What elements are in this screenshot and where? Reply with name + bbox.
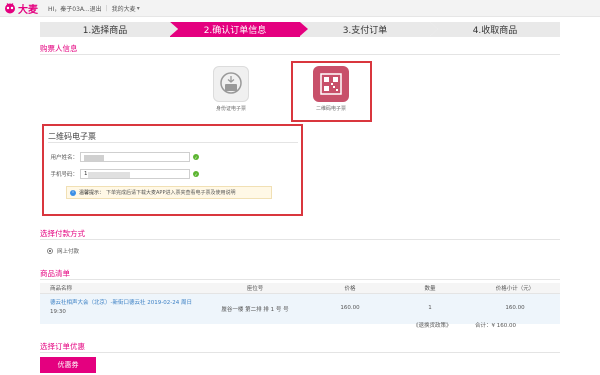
- qr-ticket-label: 二维码电子票: [315, 106, 346, 112]
- step-arrow: [170, 22, 178, 36]
- step-confirm-order: 2.确认订单信息: [170, 22, 308, 37]
- col-seat: 座位号: [246, 286, 264, 292]
- name-field-row: 用户姓名： ✓: [42, 152, 199, 162]
- divider: [40, 279, 560, 280]
- refund-policy-link[interactable]: 《退换货政策》: [413, 321, 452, 329]
- id-card-ticket-option[interactable]: 身份证电子票: [206, 66, 256, 112]
- checkout-steps: 1.选择商品 2.确认订单信息 3.支付订单 4.收取商品: [40, 22, 560, 37]
- divider: [40, 352, 560, 353]
- table-header: 商品名称 座位号 价格 数量 价格小计（元）: [40, 283, 560, 294]
- step-label: 3.支付订单: [342, 26, 388, 36]
- phone-value: 1: [84, 171, 88, 177]
- step-arrow: [430, 22, 438, 36]
- my-damai-menu[interactable]: 我的大麦 ▾: [112, 4, 140, 13]
- id-card-wallet-icon: [213, 66, 249, 102]
- payment-option-label: 网上付款: [57, 249, 80, 255]
- masked-value: [88, 172, 130, 178]
- step-label: 1.选择商品: [82, 26, 128, 36]
- id-card-ticket-label: 身份证电子票: [215, 106, 246, 112]
- tip-notice: i 温馨提示： 下单完成后请下载大麦APP进入票夹查看电子票及使用说明: [66, 186, 272, 199]
- step-select-goods: 1.选择商品: [40, 22, 178, 37]
- buyer-info-title: 购票人信息: [40, 44, 78, 53]
- qr-code-icon: [313, 66, 349, 102]
- damai-logo-icon: [5, 3, 15, 14]
- check-icon: ✓: [193, 154, 199, 160]
- order-total: 合计：¥ 160.00: [475, 323, 516, 329]
- phone-label: 手机号码：: [50, 172, 78, 178]
- phone-input[interactable]: 1: [80, 169, 190, 179]
- goods-title: 商品清单: [40, 269, 70, 278]
- step-pay-order: 3.支付订单: [300, 22, 438, 37]
- info-icon: i: [70, 189, 76, 196]
- item-price: 160.00: [340, 305, 360, 311]
- col-subtotal: 价格小计（元）: [495, 286, 535, 292]
- step-arrow: [300, 22, 308, 36]
- item-name: 德云社相声大会（北京）-新街口德云社 2019-02-24 周日 19:30: [40, 299, 200, 317]
- col-name: 商品名称: [50, 286, 73, 292]
- masked-value: [84, 155, 104, 161]
- qr-panel-title: 二维码电子票: [48, 132, 96, 141]
- item-seat: 蜃谷一楼 第二排 排 1 号 号: [221, 307, 289, 313]
- step-receive-goods: 4.收取商品: [430, 22, 560, 37]
- payment-option-online[interactable]: 网上付款: [47, 247, 79, 255]
- qr-ticket-option[interactable]: 二维码电子票: [306, 66, 356, 112]
- damai-logo[interactable]: 大麦: [4, 1, 38, 16]
- name-label: 用户姓名：: [50, 155, 78, 161]
- item-qty: 1: [428, 305, 432, 311]
- radio-selected[interactable]: [47, 248, 53, 254]
- divider: [40, 54, 560, 55]
- discount-title: 选择订单优惠: [40, 342, 85, 351]
- divider: [40, 239, 560, 240]
- user-greeting: HI，秦子03A...退出 |: [48, 4, 112, 13]
- goods-table: 商品名称 座位号 价格 数量 价格小计（元） 德云社相声大会（北京）-新街口德云…: [40, 283, 560, 324]
- step-label: 2.确认订单信息: [203, 26, 267, 36]
- col-qty: 数量: [424, 286, 436, 292]
- divider: |: [105, 4, 108, 12]
- tip-label: 温馨提示：: [79, 190, 105, 196]
- payment-title: 选择付款方式: [40, 229, 85, 238]
- top-bar: 大麦 HI，秦子03A...退出 | 我的大麦 ▾: [0, 0, 600, 17]
- coupon-tab-button[interactable]: 优惠券: [40, 357, 96, 373]
- col-price: 价格: [344, 286, 356, 292]
- brand-name: 大麦: [18, 4, 38, 16]
- item-subtotal: 160.00: [505, 305, 525, 311]
- divider: [48, 142, 298, 143]
- step-label: 4.收取商品: [472, 26, 518, 36]
- radio-dot: [48, 249, 52, 253]
- chevron-down-icon: ▾: [136, 4, 140, 12]
- item-link[interactable]: 德云社相声大会（北京）-新街口德云社 2019-02-24 周日: [50, 300, 192, 306]
- check-icon: ✓: [193, 171, 199, 177]
- table-row: 德云社相声大会（北京）-新街口德云社 2019-02-24 周日 19:30 蜃…: [40, 294, 560, 324]
- tip-text: 下单完成后请下载大麦APP进入票夹查看电子票及使用说明: [106, 190, 236, 196]
- my-damai-label: 我的大麦: [111, 5, 136, 13]
- name-input[interactable]: [80, 152, 190, 162]
- greeting-text[interactable]: HI，秦子03A...退出: [48, 4, 102, 13]
- item-time: 19:30: [50, 309, 66, 315]
- phone-field-row: 手机号码： 1 ✓: [42, 169, 199, 179]
